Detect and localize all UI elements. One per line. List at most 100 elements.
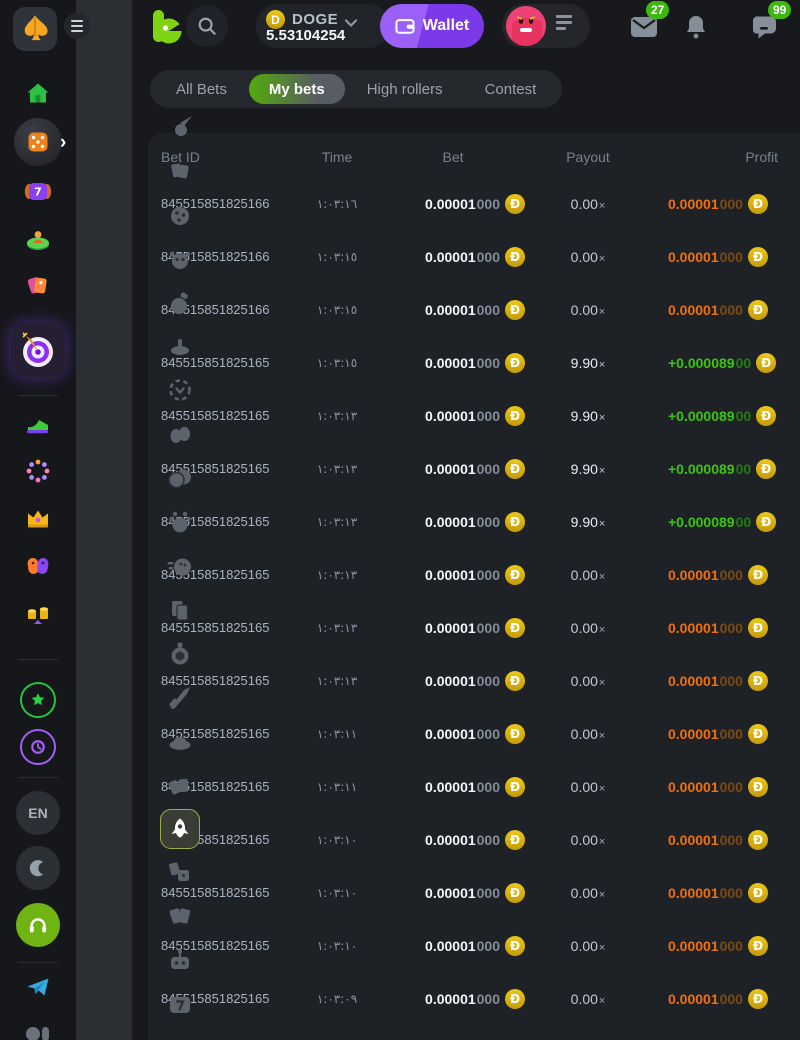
- column-header-bet: Bet: [377, 149, 529, 165]
- sidebar-item-vip[interactable]: [0, 504, 76, 534]
- site-logo[interactable]: [148, 8, 184, 46]
- sidebar-item-home[interactable]: [0, 76, 76, 110]
- sidebar-item-sports[interactable]: [0, 408, 76, 438]
- game-item-watch[interactable]: [167, 641, 193, 667]
- game-item-poker[interactable]: [167, 904, 193, 930]
- live-dealer-icon: [24, 224, 52, 252]
- table-row[interactable]: 845515851825165١:٠٣:١٠0.00001000Đ0.00×0.…: [148, 813, 800, 866]
- table-row[interactable]: 845515851825166١:٠٣:١٦0.00001000Đ0.00×0.…: [148, 177, 800, 230]
- game-item-gamble[interactable]: [167, 860, 193, 886]
- table-row[interactable]: 845515851825165١:٠٣:١٠0.00001000Đ0.00×0.…: [148, 919, 800, 972]
- table-row[interactable]: 845515851825165١:٠٣:١٣0.00001000Đ0.00×0.…: [148, 654, 800, 707]
- tab-my-bets[interactable]: My bets: [249, 74, 345, 104]
- table-row[interactable]: 845515851825165١:٠٣:١٣0.00001000Đ9.90×+0…: [148, 442, 800, 495]
- profit-amount: +0.00008900Đ: [647, 406, 800, 426]
- game-item-flying-cards[interactable]: [167, 773, 193, 799]
- bet-amount: 0.00001000Đ: [377, 671, 529, 691]
- game-item-keno[interactable]: [167, 509, 193, 535]
- sidebar-item-live-casino[interactable]: [0, 222, 76, 254]
- table-row[interactable]: 845515851825165١:٠٣:١١0.00001000Đ0.00×0.…: [148, 707, 800, 760]
- bet-time: ١:٠٣:١١: [297, 727, 377, 741]
- doge-coin-icon: Đ: [748, 300, 768, 320]
- table-row[interactable]: 845515851825165١:٠٣:٠٩0.00001000Đ0.00×0.…: [148, 972, 800, 1025]
- chevron-down-icon[interactable]: [344, 15, 358, 33]
- doge-coin-icon: Đ: [748, 724, 768, 744]
- profit-amount: +0.00008900Đ: [647, 353, 800, 373]
- game-item-spinner[interactable]: [167, 334, 193, 360]
- game-item-eggs[interactable]: [167, 421, 193, 447]
- search-button[interactable]: [186, 5, 228, 47]
- sidebar-item-duel[interactable]: [0, 551, 76, 581]
- sidebar-item-balance[interactable]: [0, 598, 76, 630]
- sidebar-item-slots[interactable]: 7: [0, 176, 76, 206]
- sidebar-item-recents[interactable]: [0, 730, 76, 764]
- table-row[interactable]: 845515851825165١:٠٣:١١0.00001000Đ0.00×0.…: [148, 760, 800, 813]
- game-item-bowling[interactable]: [167, 553, 193, 579]
- table-row[interactable]: 845515851825165١:٠٣:١٠0.00001000Đ0.00×0.…: [148, 866, 800, 919]
- home-icon: [25, 80, 51, 106]
- sidebar-item-dartboard[interactable]: [0, 323, 76, 377]
- bet-time: ١:٠٣:١٠: [297, 833, 377, 847]
- chat-button[interactable]: [752, 15, 778, 44]
- bet-id[interactable]: 845515851825165: [161, 885, 297, 900]
- game-item-sword[interactable]: [167, 685, 193, 711]
- notifications-button[interactable]: [684, 14, 708, 45]
- telegram-link[interactable]: [0, 972, 76, 1002]
- sidebar-expand-chevron[interactable]: ›: [60, 132, 66, 154]
- doge-coin-icon: Đ: [505, 724, 525, 744]
- bet-amount: 0.00001000Đ: [377, 194, 529, 214]
- tab-all-bets[interactable]: All Bets: [156, 74, 247, 104]
- game-item-rocket-selected[interactable]: [160, 809, 200, 849]
- doge-coin-icon: Đ: [748, 989, 768, 1009]
- doge-coin-icon: Đ: [748, 194, 768, 214]
- table-row[interactable]: 845515851825166١:٠٣:١٥0.00001000Đ0.00×0.…: [148, 283, 800, 336]
- wallet-button[interactable]: Wallet: [380, 4, 484, 48]
- doge-coin-icon: Đ: [505, 830, 525, 850]
- theme-toggle[interactable]: [0, 846, 76, 890]
- avatar[interactable]: [506, 6, 546, 46]
- game-item-cards[interactable]: [167, 158, 193, 184]
- table-row[interactable]: 845515851825166١:٠٣:١٥0.00001000Đ0.00×0.…: [148, 230, 800, 283]
- community-link[interactable]: [0, 1018, 76, 1040]
- tab-high-rollers[interactable]: High rollers: [347, 74, 463, 104]
- profit-amount: 0.00001000Đ: [647, 830, 800, 850]
- bet-time: ١:٠٣:١٠: [297, 886, 377, 900]
- game-item-coinflip[interactable]: [167, 465, 193, 491]
- brand-spade-tile[interactable]: [13, 7, 57, 51]
- sidebar-item-promotions[interactable]: [0, 270, 76, 302]
- game-item-hilo[interactable]: [167, 597, 193, 623]
- game-item-monster[interactable]: [167, 246, 193, 272]
- game-item-limbo[interactable]: [167, 377, 193, 403]
- payout-multiplier: 0.00×: [529, 991, 647, 1007]
- bet-amount: 0.00001000Đ: [377, 618, 529, 638]
- mail-button[interactable]: [630, 16, 658, 43]
- language-button[interactable]: EN: [0, 791, 76, 835]
- support-button[interactable]: [0, 903, 76, 947]
- profile-menu-icon[interactable]: [556, 15, 572, 30]
- bet-time: ١:٠٣:١١: [297, 780, 377, 794]
- payout-multiplier: 0.00×: [529, 196, 647, 212]
- game-item-bomb[interactable]: [167, 290, 193, 316]
- payout-multiplier: 9.90×: [529, 514, 647, 530]
- divider: [18, 777, 58, 778]
- sidebar-item-favorites[interactable]: [0, 683, 76, 717]
- bet-amount: 0.00001000Đ: [377, 830, 529, 850]
- tab-contest[interactable]: Contest: [465, 74, 557, 104]
- doge-coin-icon: Đ: [505, 883, 525, 903]
- doge-coin-icon: Đ: [748, 883, 768, 903]
- game-item-robot[interactable]: [167, 948, 193, 974]
- table-row[interactable]: 845515851825165١:٠٣:١٣0.00001000Đ0.00×0.…: [148, 601, 800, 654]
- game-item-crash[interactable]: [167, 114, 193, 140]
- hamburger-menu-button[interactable]: [64, 13, 90, 39]
- table-row[interactable]: 845515851825165١:٠٣:١٣0.00001000Đ9.90×+0…: [148, 389, 800, 442]
- game-item-plinko[interactable]: [167, 202, 193, 228]
- doge-coin-icon: Đ: [748, 247, 768, 267]
- game-item-ufo[interactable]: [167, 729, 193, 755]
- sidebar-item-lottery[interactable]: [0, 456, 76, 486]
- table-row[interactable]: 845515851825165١:٠٣:١٥0.00001000Đ9.90×+0…: [148, 336, 800, 389]
- currency-selector[interactable]: DOGE: [292, 11, 338, 28]
- game-item-slot[interactable]: [167, 992, 193, 1018]
- table-header: Bet ID Time Bet Payout Profit: [148, 137, 800, 177]
- table-row[interactable]: 845515851825165١:٠٣:١٣0.00001000Đ9.90×+0…: [148, 495, 800, 548]
- table-row[interactable]: 845515851825165١:٠٣:١٣0.00001000Đ0.00×0.…: [148, 548, 800, 601]
